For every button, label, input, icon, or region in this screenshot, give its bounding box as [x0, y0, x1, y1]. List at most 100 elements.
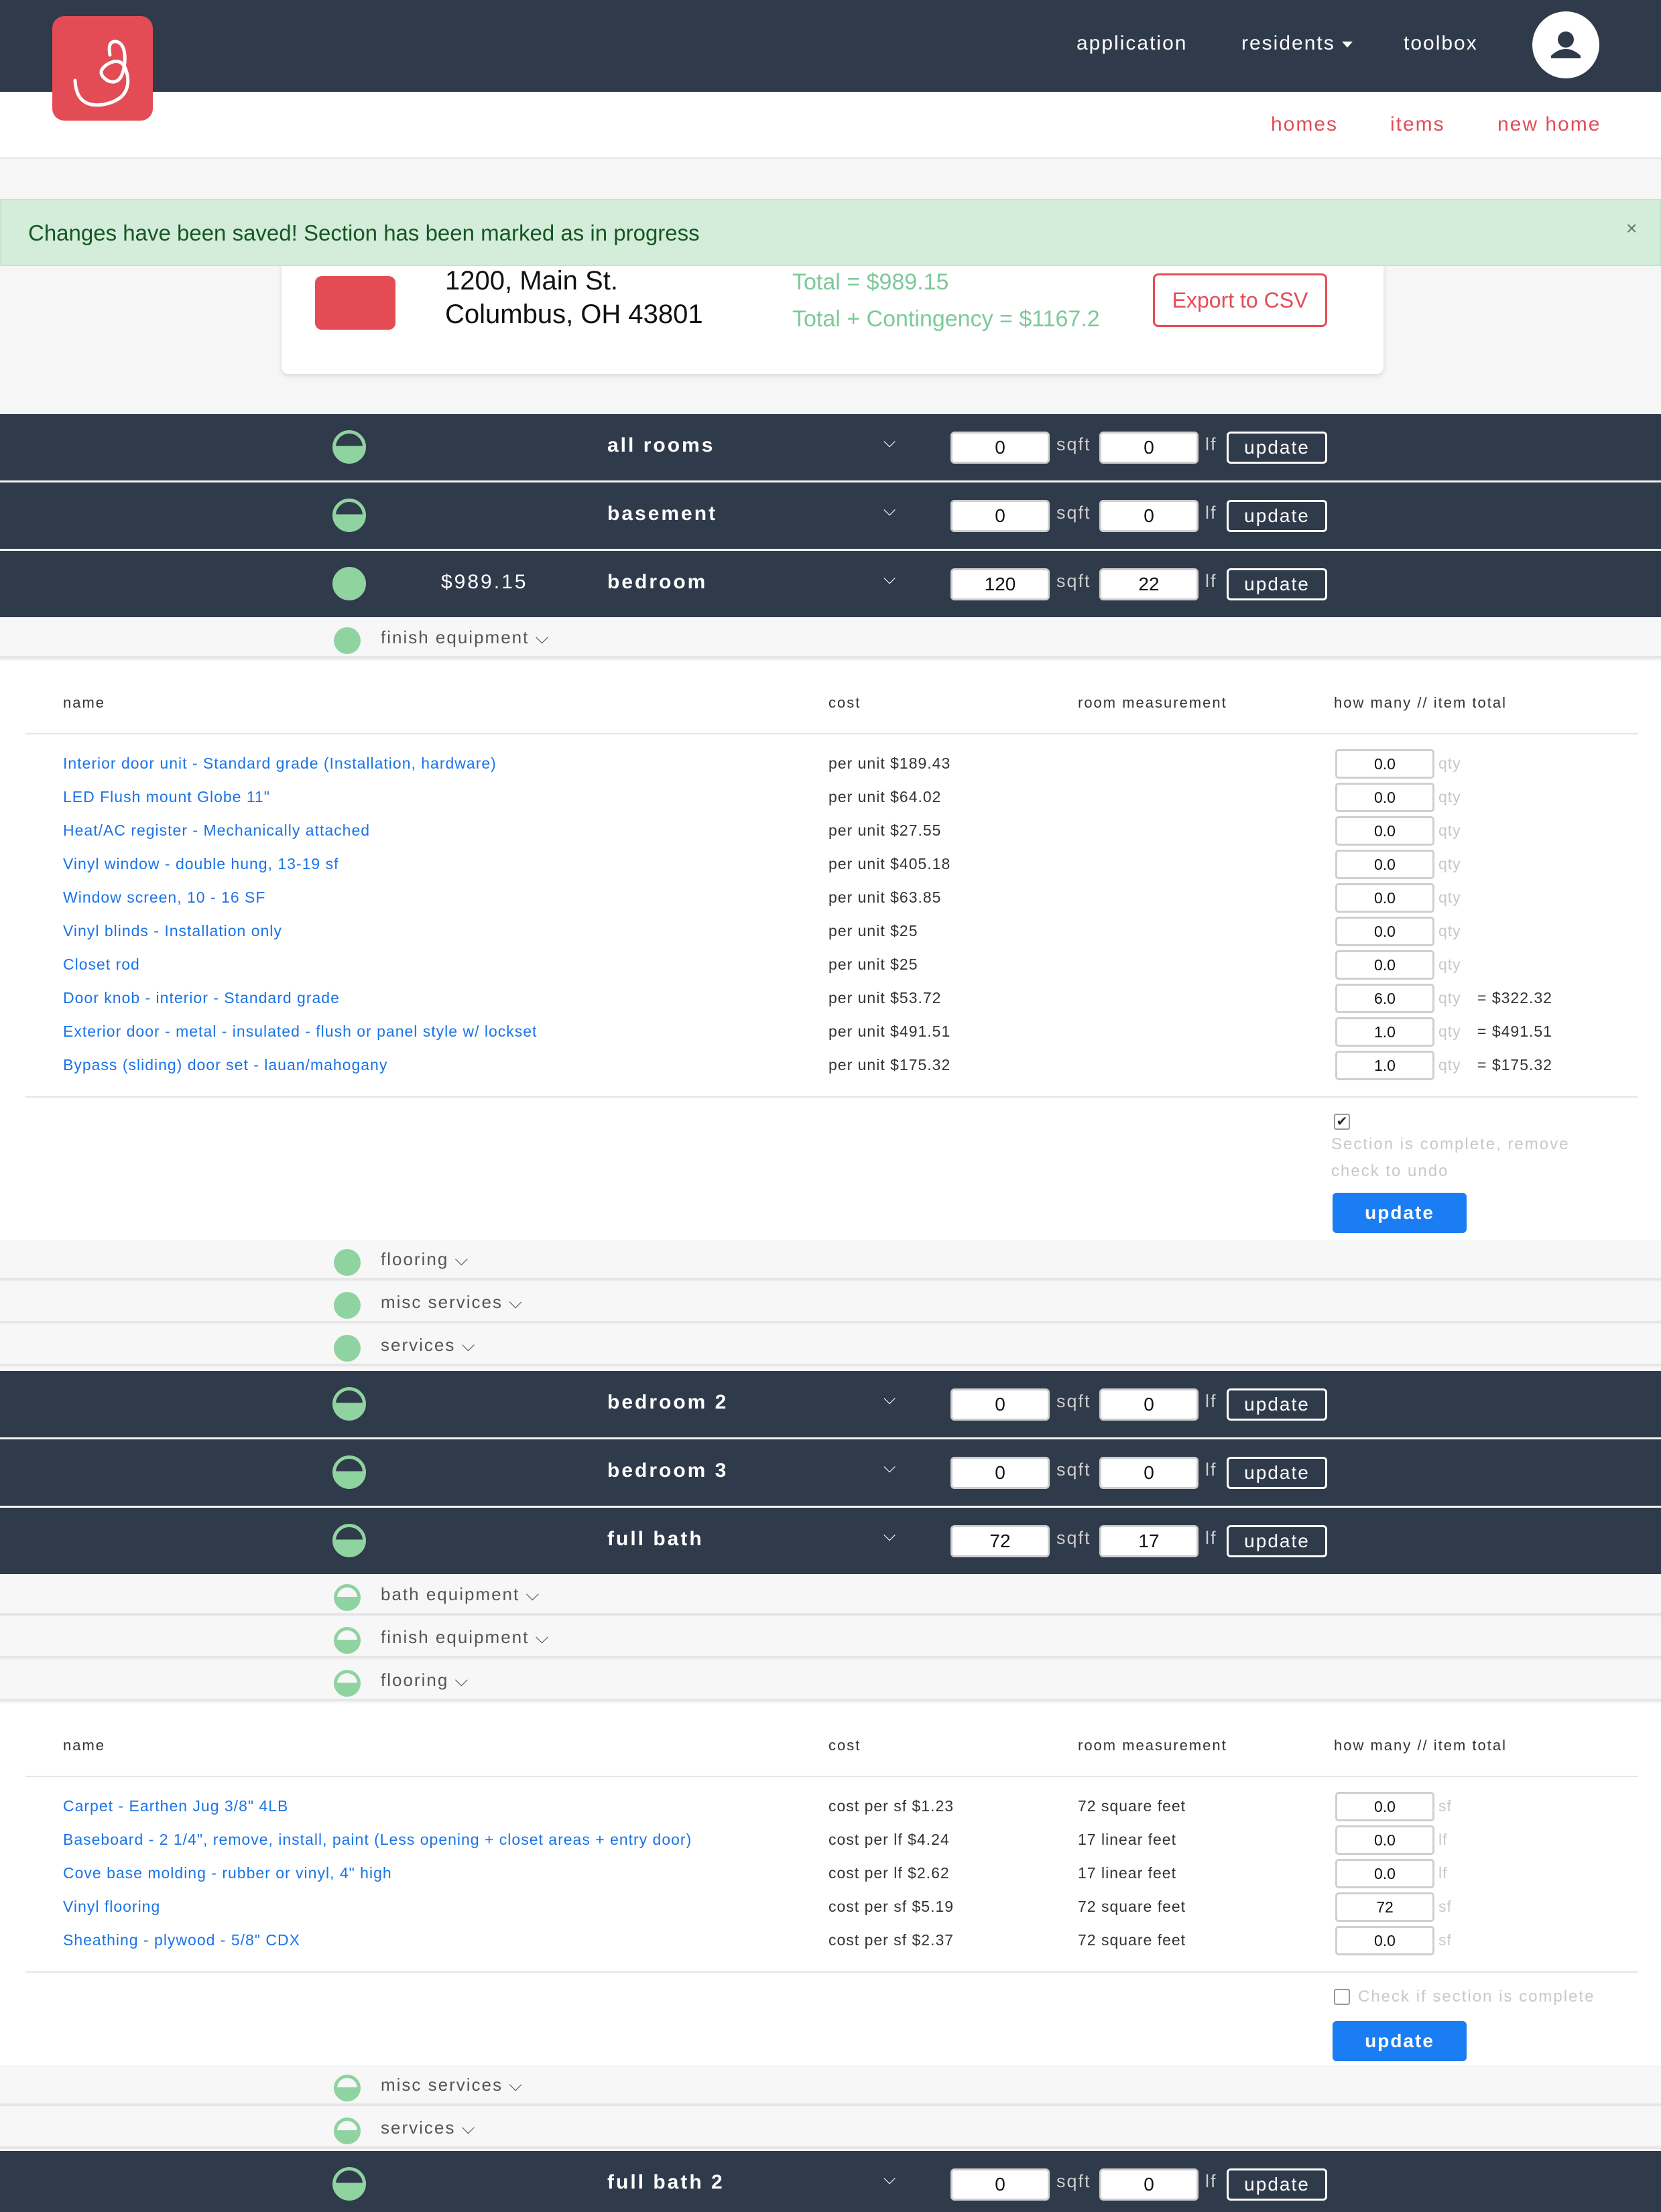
- room-update-button[interactable]: update: [1227, 432, 1327, 464]
- subnav-homes[interactable]: homes: [1271, 113, 1338, 136]
- home-totals: Total = $989.15 Total + Contingency = $1…: [792, 264, 1100, 338]
- qty-input[interactable]: 0.0: [1335, 816, 1434, 846]
- room-row[interactable]: full bath ⌵ 72 sqft 17 lf update: [0, 1508, 1661, 1574]
- room-update-button[interactable]: update: [1227, 2168, 1327, 2201]
- divider: [25, 1096, 1638, 1098]
- chevron-down-icon[interactable]: ⌵: [883, 2170, 896, 2189]
- section-complete-checkbox[interactable]: ✔: [1334, 1114, 1350, 1130]
- qty-input[interactable]: 72: [1335, 1892, 1434, 1922]
- room-update-button[interactable]: update: [1227, 500, 1327, 532]
- chevron-down-icon[interactable]: ⌵: [883, 570, 896, 588]
- sub-navbar: homes items new home: [0, 92, 1661, 159]
- item-link[interactable]: Vinyl flooring: [63, 1898, 160, 1916]
- subnav-new-home[interactable]: new home: [1497, 113, 1601, 136]
- item-link[interactable]: Heat/AC register - Mechanically attached: [63, 822, 370, 840]
- qty-input[interactable]: 0.0: [1335, 1926, 1434, 1955]
- user-avatar-icon[interactable]: [1532, 11, 1599, 78]
- qty-unit: qty: [1438, 822, 1461, 839]
- top-navbar: application residents toolbox: [0, 0, 1661, 92]
- sqft-input[interactable]: 0: [950, 1457, 1050, 1489]
- lf-input[interactable]: 22: [1099, 568, 1198, 600]
- status-full-icon: [334, 1292, 361, 1319]
- chevron-down-icon[interactable]: ⌵: [883, 1458, 896, 1477]
- lf-input[interactable]: 0: [1099, 500, 1198, 532]
- qty-input[interactable]: 0.0: [1335, 1825, 1434, 1855]
- room-row[interactable]: full bath 2 ⌵ 0 sqft 0 lf update: [0, 2151, 1661, 2212]
- close-icon[interactable]: ×: [1626, 218, 1637, 239]
- item-link[interactable]: Closet rod: [63, 956, 140, 974]
- item-link[interactable]: Vinyl window - double hung, 13-19 sf: [63, 855, 339, 873]
- sqft-input[interactable]: 120: [950, 568, 1050, 600]
- app-logo-icon[interactable]: [52, 16, 153, 121]
- room-name: bedroom 3: [607, 1459, 729, 1482]
- category-row[interactable]: misc services ⌵: [0, 2065, 1661, 2106]
- lf-input[interactable]: 17: [1099, 1525, 1198, 1557]
- qty-input[interactable]: 0.0: [1335, 1792, 1434, 1821]
- nav-application[interactable]: application: [1076, 32, 1187, 55]
- item-link[interactable]: Baseboard - 2 1/4", remove, install, pai…: [63, 1831, 692, 1849]
- item-link[interactable]: Interior door unit - Standard grade (Ins…: [63, 755, 497, 773]
- category-row[interactable]: finish equipment ⌵: [0, 618, 1661, 659]
- item-link[interactable]: Cove base molding - rubber or vinyl, 4" …: [63, 1864, 392, 1882]
- room-update-button[interactable]: update: [1227, 568, 1327, 600]
- lf-input[interactable]: 0: [1099, 432, 1198, 464]
- room-row[interactable]: basement ⌵ 0 sqft 0 lf update: [0, 482, 1661, 549]
- sqft-input[interactable]: 72: [950, 1525, 1050, 1557]
- qty-input[interactable]: 0.0: [1335, 883, 1434, 913]
- section-update-button[interactable]: update: [1333, 1193, 1467, 1233]
- qty-input[interactable]: 0.0: [1335, 749, 1434, 779]
- room-row[interactable]: bedroom 2 ⌵ 0 sqft 0 lf update: [0, 1371, 1661, 1437]
- section-update-button[interactable]: update: [1333, 2021, 1467, 2061]
- category-row[interactable]: services ⌵: [0, 1325, 1661, 1366]
- qty-input[interactable]: 0.0: [1335, 917, 1434, 946]
- item-link[interactable]: LED Flush mount Globe 11": [63, 788, 270, 806]
- item-link[interactable]: Door knob - interior - Standard grade: [63, 989, 340, 1007]
- nav-toolbox[interactable]: toolbox: [1404, 32, 1478, 55]
- room-update-button[interactable]: update: [1227, 1525, 1327, 1557]
- nav-residents[interactable]: residents: [1241, 32, 1353, 55]
- item-link[interactable]: Vinyl blinds - Installation only: [63, 922, 282, 940]
- sqft-input[interactable]: 0: [950, 1388, 1050, 1421]
- chevron-down-icon[interactable]: ⌵: [883, 1526, 896, 1545]
- lf-input[interactable]: 0: [1099, 1388, 1198, 1421]
- category-row[interactable]: flooring ⌵: [0, 1240, 1661, 1281]
- sqft-input[interactable]: 0: [950, 432, 1050, 464]
- item-link[interactable]: Exterior door - metal - insulated - flus…: [63, 1023, 537, 1041]
- lf-input[interactable]: 0: [1099, 1457, 1198, 1489]
- item-link[interactable]: Bypass (sliding) door set - lauan/mahoga…: [63, 1056, 387, 1074]
- qty-input[interactable]: 0.0: [1335, 1859, 1434, 1888]
- qty-input[interactable]: 0.0: [1335, 783, 1434, 812]
- section-complete-checkbox[interactable]: [1334, 1989, 1350, 2005]
- subnav-items[interactable]: items: [1390, 113, 1445, 136]
- room-update-button[interactable]: update: [1227, 1457, 1327, 1489]
- room-row[interactable]: all rooms ⌵ 0 sqft 0 lf update: [0, 414, 1661, 480]
- qty-input[interactable]: 0.0: [1335, 950, 1434, 980]
- room-row[interactable]: bedroom 3 ⌵ 0 sqft 0 lf update: [0, 1439, 1661, 1506]
- category-row[interactable]: services ⌵: [0, 2108, 1661, 2149]
- export-csv-button[interactable]: Export to CSV: [1153, 273, 1327, 327]
- room-row[interactable]: $989.15 bedroom ⌵ 120 sqft 22 lf update: [0, 551, 1661, 617]
- qty-input[interactable]: 6.0: [1335, 984, 1434, 1013]
- category-label: flooring: [381, 1249, 449, 1269]
- chevron-down-icon[interactable]: ⌵: [883, 1390, 896, 1409]
- category-row[interactable]: misc services ⌵: [0, 1283, 1661, 1323]
- chevron-down-icon[interactable]: ⌵: [883, 501, 896, 520]
- qty-input[interactable]: 0.0: [1335, 850, 1434, 879]
- sqft-input[interactable]: 0: [950, 500, 1050, 532]
- room-update-button[interactable]: update: [1227, 1388, 1327, 1421]
- qty-input[interactable]: 1.0: [1335, 1017, 1434, 1047]
- category-row[interactable]: flooring ⌵: [0, 1661, 1661, 1701]
- qty-input[interactable]: 1.0: [1335, 1051, 1434, 1080]
- item-link[interactable]: Window screen, 10 - 16 SF: [63, 889, 265, 907]
- item-link[interactable]: Carpet - Earthen Jug 3/8" 4LB: [63, 1797, 288, 1815]
- lf-input[interactable]: 0: [1099, 2168, 1198, 2201]
- category-row[interactable]: bath equipment ⌵: [0, 1575, 1661, 1616]
- success-alert: Changes have been saved! Section has bee…: [0, 199, 1661, 266]
- chevron-down-icon: ⌵: [535, 1627, 550, 1647]
- item-link[interactable]: Sheathing - plywood - 5/8" CDX: [63, 1931, 300, 1949]
- category-row[interactable]: finish equipment ⌵: [0, 1618, 1661, 1658]
- item-cost: per unit $175.32: [828, 1056, 951, 1074]
- col-item-total: how many // item total: [1334, 694, 1507, 711]
- chevron-down-icon[interactable]: ⌵: [883, 433, 896, 452]
- sqft-input[interactable]: 0: [950, 2168, 1050, 2201]
